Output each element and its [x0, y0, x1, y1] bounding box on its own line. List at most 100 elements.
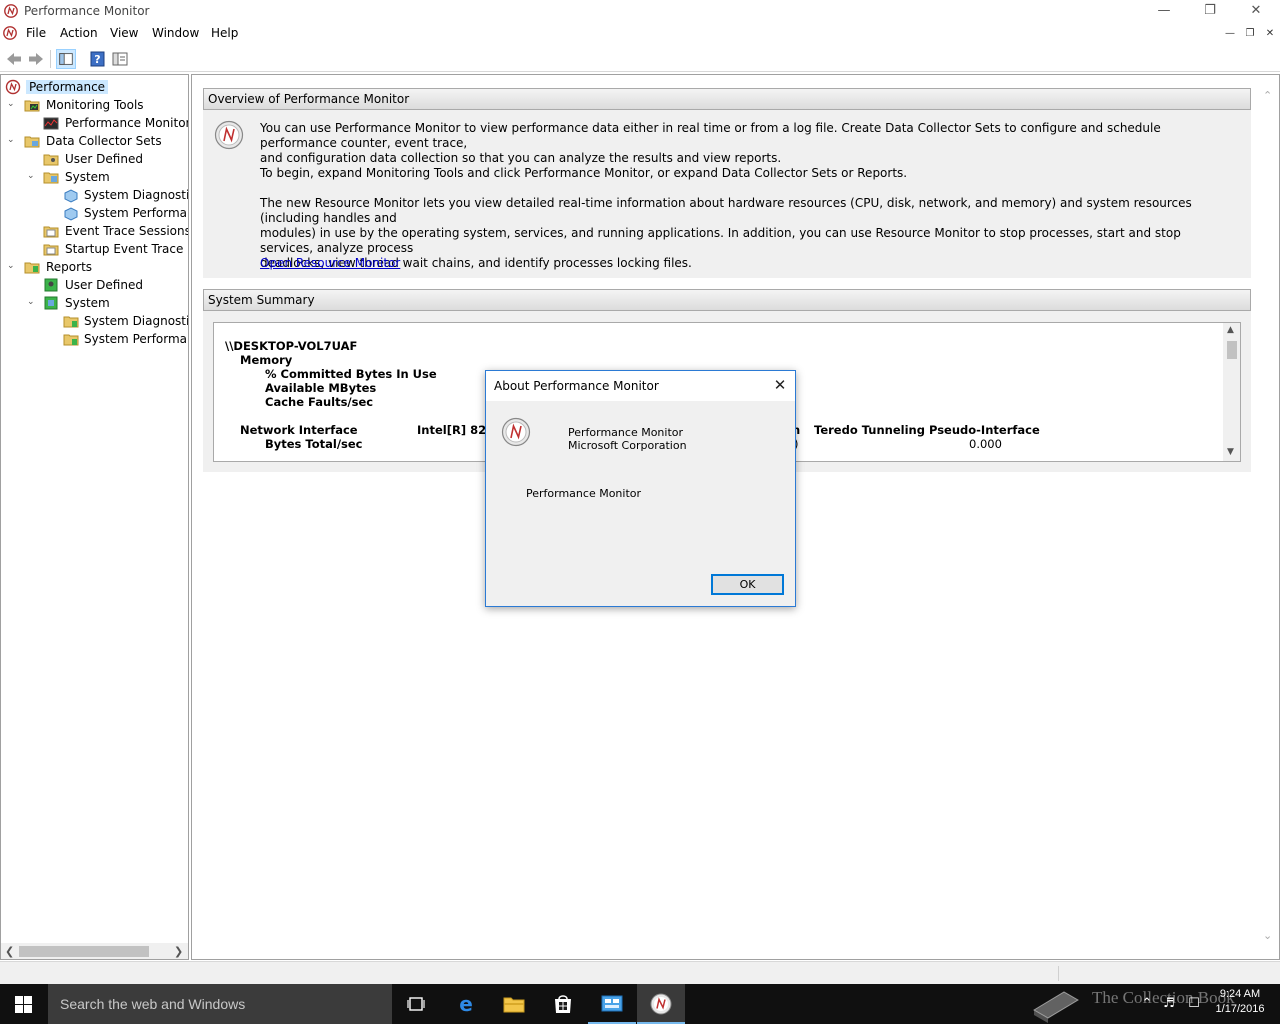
- scroll-up-icon[interactable]: ▲: [1227, 325, 1234, 335]
- search-placeholder: Search the web and Windows: [60, 996, 246, 1012]
- mdi-close-button[interactable]: ✕: [1262, 27, 1278, 41]
- taskbar-app-performance-monitor[interactable]: [637, 984, 685, 1024]
- summary-available-mbytes: Available MBytes: [265, 381, 377, 395]
- store-icon: [555, 995, 571, 1013]
- taskbar-app-edge[interactable]: e: [441, 984, 489, 1024]
- close-button[interactable]: ✕: [1233, 0, 1279, 22]
- summary-cache-faults: Cache Faults/sec: [265, 395, 374, 409]
- mdi-restore-button[interactable]: ❐: [1242, 27, 1258, 41]
- edge-browser-icon: e: [459, 993, 473, 1015]
- overview-text-line: The new Resource Monitor lets you view d…: [260, 196, 1192, 225]
- system-summary-title: System Summary: [208, 293, 315, 307]
- overview-paragraph-1: You can use Performance Monitor to view …: [260, 121, 1220, 166]
- data-collector-sets-icon: [24, 136, 40, 148]
- menu-view[interactable]: View: [110, 26, 138, 40]
- summary-computer-name: \\DESKTOP-VOL7UAF: [225, 339, 358, 353]
- performance-icon: [5, 79, 21, 95]
- taskbar-search-box[interactable]: Search the web and Windows: [48, 984, 392, 1024]
- volume-icon[interactable]: ♬: [1160, 996, 1178, 1012]
- scroll-right-icon[interactable]: ❯: [174, 945, 183, 958]
- navigation-tree: Performance ⌄ Monitoring Tools Performan…: [0, 74, 189, 960]
- scroll-up-icon[interactable]: ⌃: [1263, 89, 1272, 102]
- summary-committed-bytes: % Committed Bytes In Use: [265, 367, 437, 381]
- close-icon: ✕: [1250, 3, 1262, 18]
- data-collector-icon: [64, 189, 78, 203]
- report-system-icon: [44, 296, 58, 310]
- taskbar-app-file-explorer[interactable]: [490, 984, 538, 1024]
- taskbar-clock[interactable]: 9:24 AM 1/17/2016: [1210, 987, 1270, 1017]
- minimize-button[interactable]: —: [1141, 0, 1187, 22]
- dialog-description: Performance Monitor: [526, 487, 642, 500]
- restore-button[interactable]: ❐: [1187, 0, 1233, 22]
- task-view-button[interactable]: [392, 984, 440, 1024]
- chevron-down-icon[interactable]: ⌄: [7, 99, 17, 111]
- ok-button[interactable]: OK: [711, 574, 784, 595]
- about-dialog: About Performance Monitor ✕ Performance …: [485, 370, 796, 607]
- overview-paragraph-2: To begin, expand Monitoring Tools and cl…: [260, 166, 1220, 181]
- scroll-down-icon[interactable]: ▼: [1227, 447, 1234, 457]
- dialog-title-bar[interactable]: About Performance Monitor ✕: [486, 371, 795, 401]
- scroll-left-icon[interactable]: ❮: [5, 945, 14, 958]
- clock-time: 9:24 AM: [1219, 988, 1261, 1000]
- action-center-icon[interactable]: ☐: [1185, 996, 1203, 1012]
- dialog-product-name: Performance Monitor: [568, 426, 684, 439]
- back-arrow-icon[interactable]: [4, 49, 24, 69]
- window-title: Performance Monitor: [24, 4, 150, 18]
- scrollbar-thumb[interactable]: [1227, 341, 1237, 359]
- report-user-defined-icon: [44, 278, 58, 292]
- overview-section-header[interactable]: Overview of Performance Monitor: [203, 88, 1251, 110]
- menu-action[interactable]: Action: [60, 26, 98, 40]
- forward-arrow-icon[interactable]: [26, 49, 46, 69]
- tree-horizontal-scrollbar[interactable]: ❮ ❯: [1, 943, 188, 959]
- tree-label: Event Trace Sessions: [65, 224, 189, 238]
- system-folder-icon: [43, 172, 59, 184]
- start-button[interactable]: [0, 984, 48, 1024]
- scroll-down-icon[interactable]: ⌄: [1263, 929, 1272, 942]
- open-resource-monitor-link[interactable]: Open Resource Monitor: [260, 256, 400, 270]
- chevron-down-icon[interactable]: ⌄: [7, 135, 17, 147]
- help-icon[interactable]: ?: [88, 49, 108, 69]
- tree-label: System Diagnostics: [84, 314, 188, 328]
- scrollbar-thumb[interactable]: [19, 946, 149, 957]
- monitoring-tools-icon: [24, 100, 40, 112]
- mdi-minimize-button[interactable]: —: [1222, 27, 1238, 41]
- taskbar-app-control-panel[interactable]: [588, 984, 636, 1024]
- toolbar-separator: [50, 50, 51, 68]
- toolbar: ?: [0, 46, 1280, 72]
- chevron-down-icon[interactable]: ⌄: [7, 261, 17, 273]
- summary-teredo-interface: Teredo Tunneling Pseudo-Interface: [814, 423, 1040, 437]
- task-view-icon: [407, 997, 425, 1011]
- chevron-down-icon[interactable]: ⌄: [27, 297, 37, 309]
- control-panel-icon: [601, 995, 623, 1012]
- summary-memory: Memory: [240, 353, 293, 367]
- tree-label: User Defined: [65, 152, 143, 166]
- properties-icon[interactable]: [110, 49, 130, 69]
- summary-vertical-scrollbar[interactable]: ▲ ▼: [1223, 323, 1240, 461]
- dialog-company-name: Microsoft Corporation: [568, 439, 687, 452]
- overview-title: Overview of Performance Monitor: [208, 92, 410, 106]
- summary-teredo-value: 0.000: [969, 437, 1002, 451]
- file-explorer-icon: [503, 997, 525, 1013]
- tree-label: Startup Event Trace Ses: [65, 242, 188, 256]
- tree-label: Monitoring Tools: [46, 98, 144, 112]
- show-hidden-icons-icon[interactable]: ⌃: [1138, 996, 1156, 1012]
- menu-window[interactable]: Window: [152, 26, 199, 40]
- taskbar-app-store[interactable]: [539, 984, 587, 1024]
- menu-file[interactable]: File: [26, 26, 46, 40]
- tree-label: User Defined: [65, 278, 143, 292]
- tree-label: Performance: [26, 80, 109, 94]
- tree-label: Reports: [46, 260, 93, 274]
- tree-label: System Performanc: [84, 206, 188, 220]
- dialog-close-button[interactable]: ✕: [771, 376, 789, 394]
- mdi-minimize-icon: —: [1225, 28, 1235, 39]
- tree-label: Performance Monitor: [65, 116, 189, 130]
- show-hide-tree-icon[interactable]: [56, 49, 76, 69]
- system-summary-section-header[interactable]: System Summary: [203, 289, 1251, 311]
- system-menu-icon[interactable]: [3, 26, 17, 40]
- data-collector-icon: [64, 207, 78, 221]
- chevron-down-icon[interactable]: ⌄: [27, 171, 37, 183]
- svg-text:e: e: [459, 993, 473, 1015]
- report-folder-icon: [63, 316, 79, 328]
- mdi-restore-icon: ❐: [1245, 28, 1255, 39]
- menu-help[interactable]: Help: [211, 26, 238, 40]
